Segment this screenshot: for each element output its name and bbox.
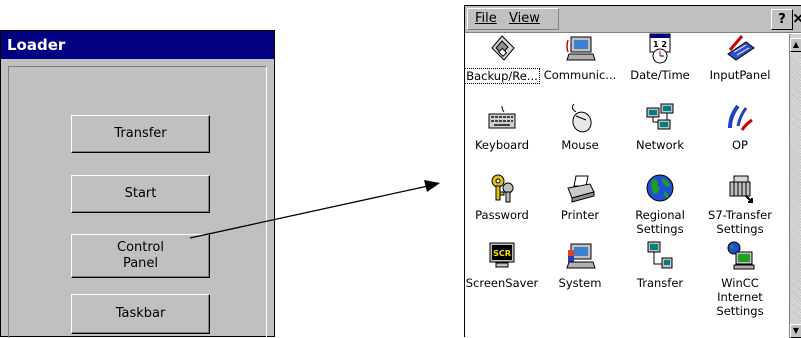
system-computer-icon: [566, 243, 596, 269]
menu-file[interactable]: File: [475, 11, 497, 26]
mouse-item[interactable]: Mouse: [539, 102, 621, 152]
keyboard-pen-icon: [727, 35, 755, 61]
network-icon: [646, 103, 674, 130]
s7-transfer-settings-item[interactable]: S7-Transfer Settings: [699, 172, 781, 236]
keyboard-item[interactable]: Keyboard: [461, 102, 543, 152]
op-item[interactable]: OP: [699, 102, 781, 152]
transfer-item[interactable]: Transfer: [619, 240, 701, 290]
wincc-internet-settings-item[interactable]: WinCC Internet Settings: [699, 240, 781, 318]
printer-icon: [567, 175, 595, 203]
wincc-internet-icon: [727, 241, 755, 270]
loader-title: Loader: [1, 31, 274, 59]
screensaver-item[interactable]: SCR ScreenSaver: [461, 240, 543, 290]
mouse-icon: [571, 103, 592, 133]
svg-text:1 2: 1 2: [653, 40, 667, 49]
calendar-clock-icon: 1 2: [649, 33, 671, 64]
input-panel-item[interactable]: InputPanel: [699, 32, 781, 82]
start-button[interactable]: Start: [71, 175, 210, 213]
date-time-item[interactable]: 1 2 Date/Time: [619, 32, 701, 82]
scroll-down-arrow-icon[interactable]: ▼: [790, 324, 801, 338]
svg-text:SCR: SCR: [493, 249, 511, 258]
control-panel-window: File View ? × Backup/Re... Communic... 1…: [461, 5, 801, 338]
screensaver-icon: SCR: [489, 242, 515, 268]
regional-settings-item[interactable]: Regional Settings: [619, 172, 701, 236]
backup-disk-icon: [491, 35, 515, 61]
menu-bar: File View ? ×: [465, 6, 801, 33]
scroll-up-arrow-icon[interactable]: ▲: [790, 38, 801, 52]
loader-window: Loader Transfer Start Control Panel Task…: [0, 30, 275, 338]
help-button[interactable]: ?: [771, 9, 793, 30]
transfer-button[interactable]: Transfer: [71, 115, 210, 153]
printer-item[interactable]: Printer: [539, 172, 621, 222]
keyboard-icon: [488, 105, 516, 129]
vertical-scrollbar[interactable]: ▲ ▼: [789, 34, 801, 338]
loader-body: Transfer Start Control Panel Taskbar: [8, 66, 267, 338]
s7-transfer-icon: [729, 175, 753, 203]
communication-item[interactable]: Communic...: [539, 32, 621, 82]
transfer-computers-icon: [647, 241, 673, 269]
keys-icon: [491, 174, 514, 203]
op-icon: [728, 104, 753, 131]
close-button[interactable]: ×: [792, 9, 801, 30]
taskbar-button[interactable]: Taskbar: [71, 294, 210, 334]
menu-view[interactable]: View: [509, 11, 540, 26]
system-item[interactable]: System: [539, 240, 621, 290]
password-item[interactable]: Password: [461, 172, 543, 222]
network-item[interactable]: Network: [619, 102, 701, 152]
communication-computer-icon: [566, 36, 596, 61]
globe-icon: [646, 174, 674, 202]
control-panel-button[interactable]: Control Panel: [71, 234, 210, 278]
backup-restore-item[interactable]: Backup/Re...: [461, 32, 543, 84]
